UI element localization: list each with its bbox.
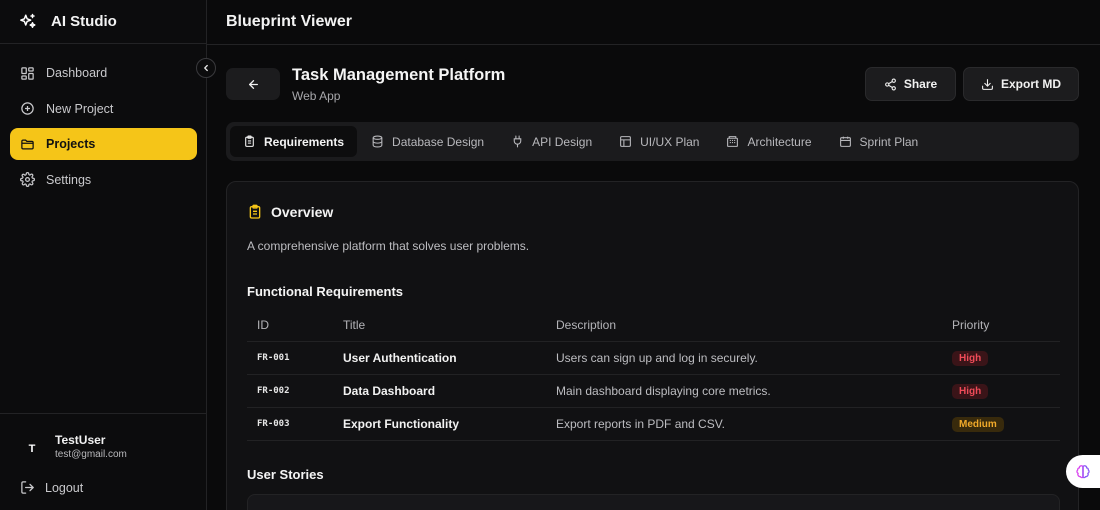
priority-badge: Medium [952, 416, 1004, 432]
requirement-description: Main dashboard displaying core metrics. [546, 374, 942, 408]
sidebar-item-label: Projects [46, 137, 96, 151]
tab-requirements[interactable]: Requirements [230, 126, 358, 157]
brain-icon [1076, 464, 1090, 478]
sidebar-item-label: New Project [46, 101, 114, 116]
requirement-priority-cell: Medium [942, 407, 1060, 441]
user-profile: T TestUser test@gmail.com Logout [0, 413, 206, 510]
functional-requirements-heading: Functional Requirements [247, 284, 404, 299]
brand[interactable]: AI Studio [0, 0, 206, 44]
grid-icon [21, 66, 34, 80]
tab-label: UI/UX Plan [640, 134, 700, 149]
logout-label: Logout [45, 480, 84, 495]
database-icon [372, 135, 383, 148]
logout-button[interactable]: Logout [20, 480, 83, 495]
requirement-priority-cell: High [942, 341, 1060, 375]
overview-heading-label: Overview [271, 204, 334, 220]
ai-assistant-button[interactable] [1066, 455, 1100, 488]
tab-label: Sprint Plan [859, 134, 919, 149]
tab-sprint-plan[interactable]: Sprint Plan [826, 126, 932, 157]
tab-label: Architecture [747, 134, 812, 149]
tab-label: Requirements [264, 134, 345, 149]
requirement-id: FR-003 [247, 407, 333, 441]
clipboard-icon [249, 204, 261, 219]
clipboard-icon [245, 135, 254, 147]
logout-icon [21, 481, 34, 494]
column-header-id: ID [247, 310, 333, 342]
sidebar-item-projects[interactable]: Projects [10, 128, 197, 160]
blueprint-tabs: Requirements Database Design API Design … [226, 122, 1079, 161]
tab-api-design[interactable]: API Design [498, 126, 605, 157]
layout-icon [620, 136, 632, 147]
avatar[interactable]: T [20, 437, 44, 461]
table-header-row: ID Title Description Priority [247, 310, 1060, 342]
table-row: FR-003 Export Functionality Export repor… [247, 407, 1060, 441]
user-email: test@gmail.com [55, 449, 127, 460]
sidebar-nav: Dashboard New Project Projects Settings [10, 57, 197, 199]
project-title: Task Management Platform [292, 66, 506, 84]
sidebar-item-new-project[interactable]: New Project [10, 93, 197, 125]
user-stories-heading: User Stories [247, 467, 324, 482]
requirement-title: Data Dashboard [333, 374, 546, 408]
sidebar-item-label: Settings [46, 172, 92, 187]
tab-label: API Design [532, 134, 593, 149]
user-name: TestUser [55, 433, 106, 447]
overview-text: A comprehensive platform that solves use… [247, 239, 530, 253]
gear-icon [20, 172, 35, 187]
sidebar-collapse-button[interactable] [196, 58, 216, 78]
export-label: Export MD [1001, 77, 1061, 91]
folder-icon [21, 139, 34, 149]
requirement-description: Export reports in PDF and CSV. [546, 407, 942, 441]
share-button[interactable]: Share [865, 67, 956, 101]
top-header: Blueprint Viewer [207, 0, 1100, 45]
requirements-table: ID Title Description Priority FR-001 Use… [247, 310, 1060, 441]
sparkles-logo-icon [19, 13, 37, 31]
building-icon [727, 136, 739, 147]
requirement-title: Export Functionality [333, 407, 546, 441]
requirement-title: User Authentication [333, 341, 546, 375]
requirement-priority-cell: High [942, 374, 1060, 408]
requirement-id: FR-001 [247, 341, 333, 375]
back-button[interactable] [226, 68, 280, 100]
requirement-id: FR-002 [247, 374, 333, 408]
priority-badge: High [952, 350, 989, 366]
overview-heading: Overview [247, 204, 333, 220]
calendar-icon [839, 136, 851, 147]
tab-database-design[interactable]: Database Design [358, 126, 497, 157]
column-header-title: Title [333, 310, 546, 342]
export-md-button[interactable]: Export MD [963, 67, 1079, 101]
arrow-left-icon [248, 79, 258, 89]
page-title: Blueprint Viewer [226, 13, 352, 30]
table-row: FR-001 User Authentication Users can sig… [247, 341, 1060, 375]
priority-badge: High [952, 383, 989, 399]
user-story-card [247, 494, 1060, 510]
tab-architecture[interactable]: Architecture [713, 126, 824, 157]
column-header-description: Description [546, 310, 942, 342]
column-header-priority: Priority [942, 310, 1060, 342]
sidebar: AI Studio Dashboard New Project Projects… [0, 0, 207, 510]
table-row: FR-002 Data Dashboard Main dashboard dis… [247, 374, 1060, 408]
plug-icon [513, 135, 522, 148]
project-type: Web App [292, 89, 341, 103]
app-name: AI Studio [51, 13, 117, 30]
chevron-left-icon [204, 64, 208, 72]
tab-ui-ux-plan[interactable]: UI/UX Plan [606, 126, 712, 157]
sidebar-item-label: Dashboard [46, 66, 108, 80]
requirements-panel: Overview A comprehensive platform that s… [226, 181, 1079, 510]
share-label: Share [903, 77, 938, 91]
download-icon [982, 78, 993, 90]
share-icon [884, 78, 896, 90]
sidebar-item-dashboard[interactable]: Dashboard [10, 57, 197, 89]
sidebar-item-settings[interactable]: Settings [10, 164, 197, 196]
requirement-description: Users can sign up and log in securely. [546, 341, 942, 375]
plus-circle-icon [21, 102, 34, 115]
tab-label: Database Design [392, 134, 485, 149]
